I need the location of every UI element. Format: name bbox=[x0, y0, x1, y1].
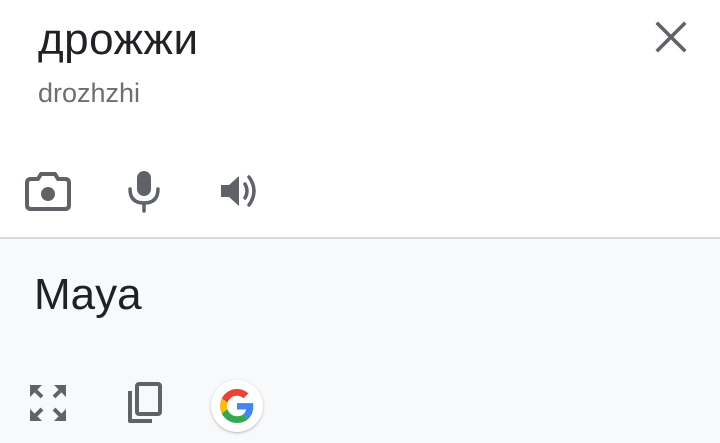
camera-icon bbox=[25, 171, 71, 211]
copy-button[interactable] bbox=[116, 375, 172, 431]
fullscreen-expand-icon bbox=[28, 383, 68, 423]
source-text[interactable]: дрожжи bbox=[38, 12, 199, 68]
microphone-button[interactable] bbox=[116, 163, 172, 219]
translate-card: дрожжи drozhzhi Maya bbox=[0, 0, 720, 443]
microphone-icon bbox=[126, 169, 162, 213]
google-logo-icon bbox=[220, 389, 254, 423]
close-icon bbox=[654, 20, 688, 54]
google-search-button[interactable] bbox=[211, 380, 263, 432]
speaker-icon bbox=[218, 171, 262, 211]
source-panel: дрожжи drozhzhi bbox=[0, 0, 720, 237]
source-transliteration: drozhzhi bbox=[38, 78, 141, 108]
result-panel: Maya bbox=[0, 239, 720, 443]
translation-text[interactable]: Maya bbox=[34, 267, 142, 323]
fullscreen-button[interactable] bbox=[20, 375, 76, 431]
camera-button[interactable] bbox=[20, 163, 76, 219]
speaker-button[interactable] bbox=[212, 163, 268, 219]
copy-icon bbox=[124, 381, 164, 425]
close-button[interactable] bbox=[646, 12, 696, 62]
